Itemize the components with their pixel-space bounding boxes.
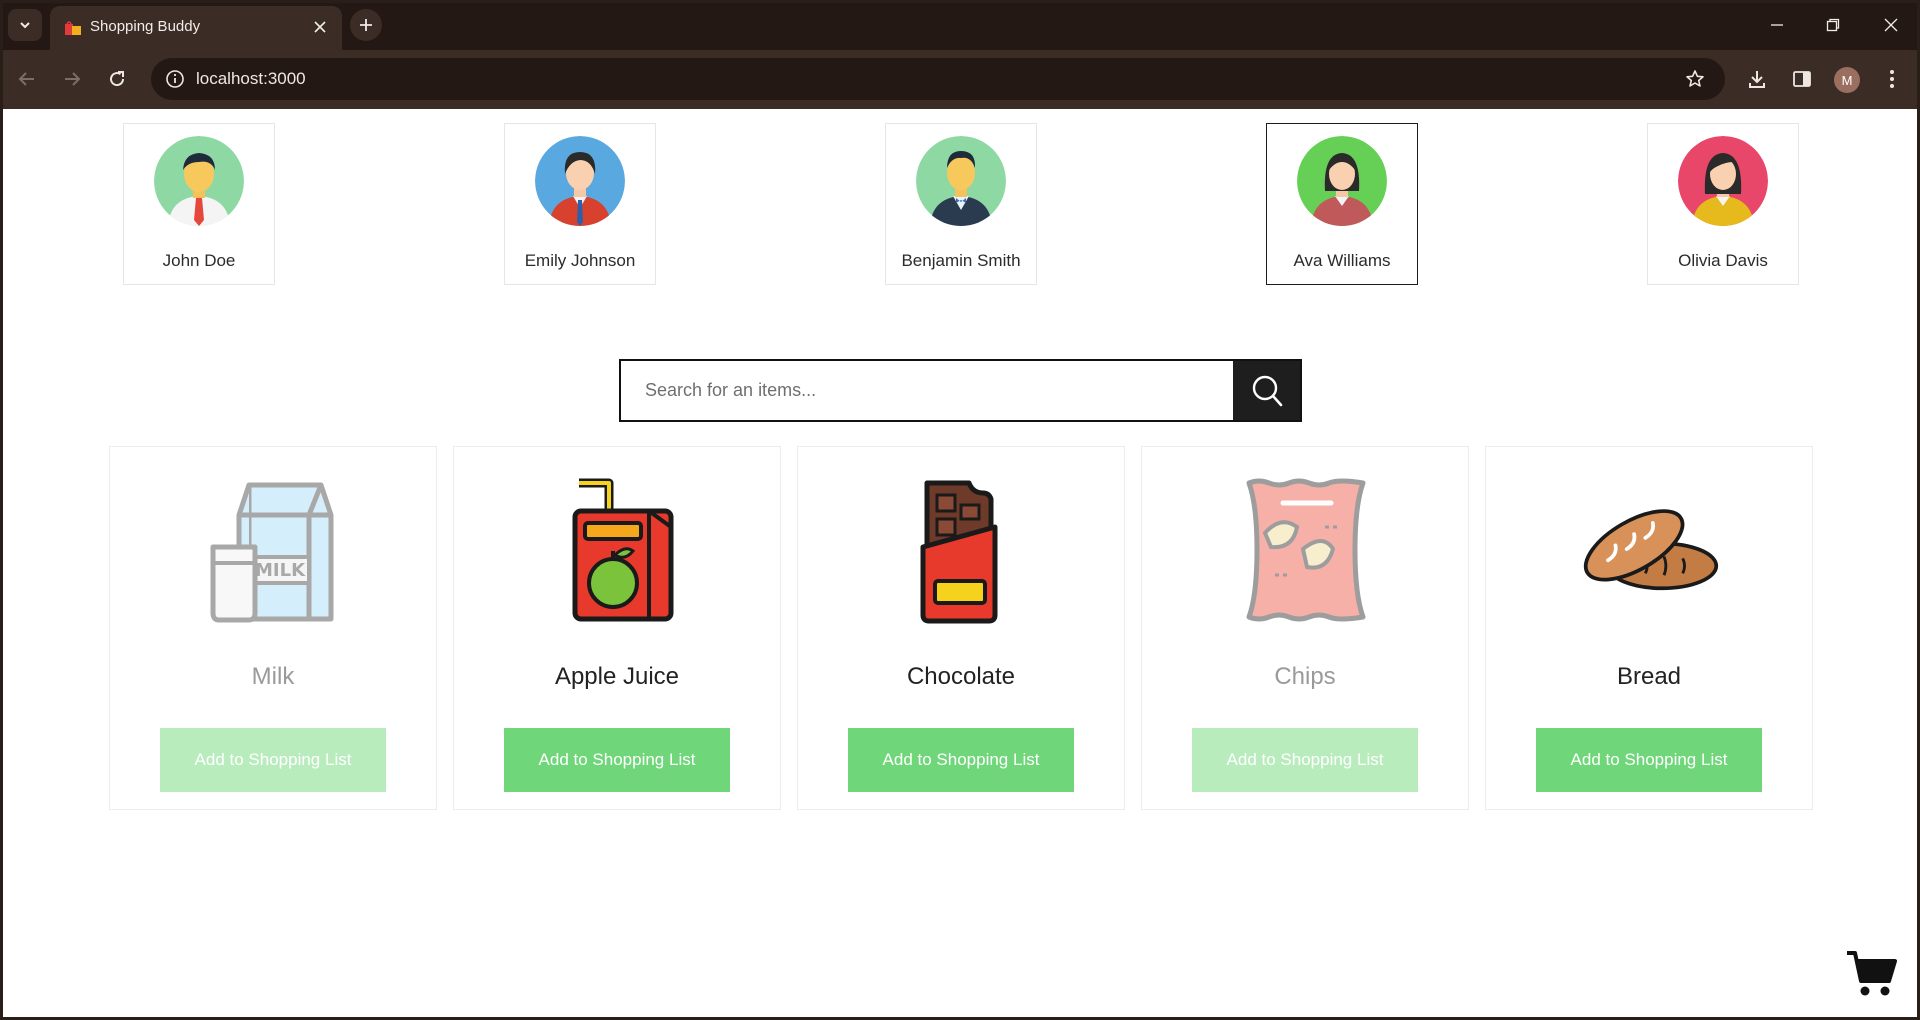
add-to-list-button[interactable]: Add to Shopping List bbox=[160, 728, 386, 792]
product-card-apple-juice: Apple Juice Add to Shopping List bbox=[453, 446, 781, 810]
browser-toolbar: localhost:3000 M bbox=[0, 50, 1920, 109]
tab-close-button[interactable] bbox=[310, 17, 330, 37]
milk-icon: MILK bbox=[210, 482, 334, 623]
add-to-list-button[interactable]: Add to Shopping List bbox=[504, 728, 730, 792]
info-icon[interactable] bbox=[165, 69, 185, 89]
juice-box-icon bbox=[572, 478, 674, 622]
user-avatar-female-icon bbox=[535, 136, 625, 226]
search-input[interactable] bbox=[621, 361, 1233, 420]
product-name: Milk bbox=[251, 663, 295, 690]
product-image bbox=[548, 475, 688, 625]
shopping-cart-icon bbox=[1847, 951, 1897, 996]
bookmark-button[interactable] bbox=[1683, 67, 1707, 91]
restore-button[interactable] bbox=[1818, 10, 1848, 40]
menu-icon bbox=[1890, 70, 1894, 88]
shopping-bags-icon bbox=[65, 21, 81, 35]
product-card-bread: Bread Add to Shopping List bbox=[1485, 446, 1813, 810]
page-content: John Doe Emily Johnson Benjamin Smith Av… bbox=[3, 109, 1917, 1017]
tab-search-button[interactable] bbox=[8, 9, 42, 41]
downloads-button[interactable] bbox=[1742, 64, 1772, 94]
minimize-button[interactable] bbox=[1762, 10, 1792, 40]
chevron-down-icon bbox=[20, 22, 30, 29]
user-card-emily-johnson[interactable]: Emily Johnson bbox=[504, 123, 656, 285]
user-avatar-female-icon bbox=[1297, 136, 1387, 226]
close-icon bbox=[314, 21, 326, 33]
product-image bbox=[892, 475, 1032, 625]
user-card-benjamin-smith[interactable]: Benjamin Smith bbox=[885, 123, 1037, 285]
chocolate-bar-icon bbox=[920, 480, 998, 624]
product-image bbox=[1236, 475, 1376, 625]
add-to-list-button[interactable]: Add to Shopping List bbox=[1536, 728, 1762, 792]
product-name: Chocolate bbox=[906, 663, 1016, 690]
reload-icon bbox=[110, 71, 125, 87]
back-icon bbox=[18, 72, 34, 86]
close-window-button[interactable] bbox=[1876, 10, 1906, 40]
search-icon bbox=[1252, 375, 1282, 406]
user-card-olivia-davis[interactable]: Olivia Davis bbox=[1647, 123, 1799, 285]
search-button[interactable] bbox=[1233, 361, 1300, 420]
product-name: Bread bbox=[1616, 663, 1682, 690]
new-tab-button[interactable] bbox=[350, 9, 382, 41]
reload-button[interactable] bbox=[102, 64, 132, 94]
tab-title: Shopping Buddy bbox=[90, 18, 201, 35]
svg-text:MILK: MILK bbox=[255, 560, 306, 581]
product-image: MILK bbox=[204, 475, 344, 625]
user-avatar-male-icon bbox=[916, 136, 1006, 226]
url-text: localhost:3000 bbox=[196, 69, 306, 88]
tab-bar: Shopping Buddy bbox=[0, 0, 1920, 50]
product-image bbox=[1580, 475, 1720, 625]
close-window-icon bbox=[1884, 18, 1898, 32]
back-button[interactable] bbox=[12, 64, 42, 94]
chips-bag-icon bbox=[1246, 478, 1366, 622]
restore-icon bbox=[1826, 18, 1840, 32]
minimize-icon bbox=[1771, 24, 1783, 26]
user-avatar-female-icon bbox=[1678, 136, 1768, 226]
user-name: Olivia Davis bbox=[1678, 251, 1768, 270]
product-name: Chips bbox=[1274, 663, 1336, 690]
download-icon bbox=[1749, 71, 1765, 88]
user-name: John Doe bbox=[162, 251, 236, 270]
plus-icon bbox=[360, 19, 372, 31]
side-panel-button[interactable] bbox=[1787, 64, 1817, 94]
star-icon bbox=[1686, 70, 1704, 87]
active-tab[interactable]: Shopping Buddy bbox=[50, 6, 342, 50]
address-bar[interactable]: localhost:3000 bbox=[151, 58, 1725, 100]
user-avatar-male-icon bbox=[154, 136, 244, 226]
user-name: Benjamin Smith bbox=[901, 251, 1021, 270]
forward-button[interactable] bbox=[57, 64, 87, 94]
user-name: Emily Johnson bbox=[524, 251, 636, 270]
user-card-ava-williams[interactable]: Ava Williams bbox=[1266, 123, 1418, 285]
side-panel-icon bbox=[1793, 71, 1811, 87]
shopping-cart-button[interactable] bbox=[1843, 945, 1899, 1001]
forward-icon bbox=[65, 72, 81, 86]
profile-avatar[interactable]: M bbox=[1834, 67, 1860, 93]
product-name: Apple Juice bbox=[554, 663, 680, 690]
user-name: Ava Williams bbox=[1293, 251, 1391, 270]
search-box bbox=[619, 359, 1302, 422]
add-to-list-button[interactable]: Add to Shopping List bbox=[848, 728, 1074, 792]
user-card-john-doe[interactable]: John Doe bbox=[123, 123, 275, 285]
add-to-list-button[interactable]: Add to Shopping List bbox=[1192, 728, 1418, 792]
bread-icon bbox=[1583, 509, 1719, 591]
browser-menu-button[interactable] bbox=[1877, 64, 1907, 94]
product-card-milk: MILK Milk Add to Shopping List bbox=[109, 446, 437, 810]
product-card-chocolate: Chocolate Add to Shopping List bbox=[797, 446, 1125, 810]
product-card-chips: Chips Add to Shopping List bbox=[1141, 446, 1469, 810]
